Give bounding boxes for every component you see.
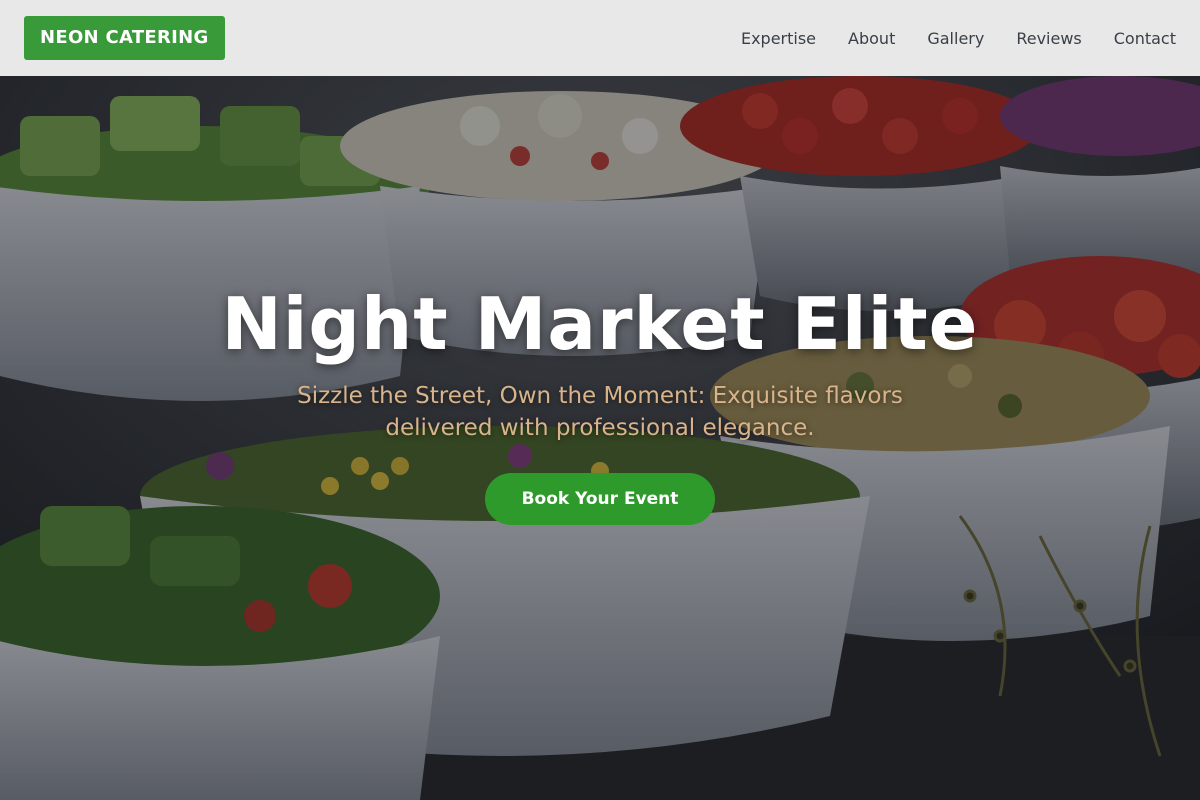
nav-link-contact[interactable]: Contact bbox=[1114, 29, 1176, 48]
landing-page: NEON CATERING Expertise About Gallery Re… bbox=[0, 0, 1200, 800]
hero-content: Night Market Elite Sizzle the Street, Ow… bbox=[0, 76, 1200, 800]
navbar: NEON CATERING Expertise About Gallery Re… bbox=[0, 0, 1200, 76]
hero-title: Night Market Elite bbox=[221, 282, 979, 366]
nav-link-expertise[interactable]: Expertise bbox=[741, 29, 816, 48]
nav-link-reviews[interactable]: Reviews bbox=[1016, 29, 1081, 48]
nav-links: Expertise About Gallery Reviews Contact bbox=[741, 29, 1176, 48]
nav-link-about[interactable]: About bbox=[848, 29, 895, 48]
hero-section: Night Market Elite Sizzle the Street, Ow… bbox=[0, 76, 1200, 800]
hero-subtitle: Sizzle the Street, Own the Moment: Exqui… bbox=[297, 383, 903, 441]
brand-logo[interactable]: NEON CATERING bbox=[24, 16, 225, 60]
book-event-button[interactable]: Book Your Event bbox=[485, 473, 715, 525]
nav-link-gallery[interactable]: Gallery bbox=[927, 29, 984, 48]
